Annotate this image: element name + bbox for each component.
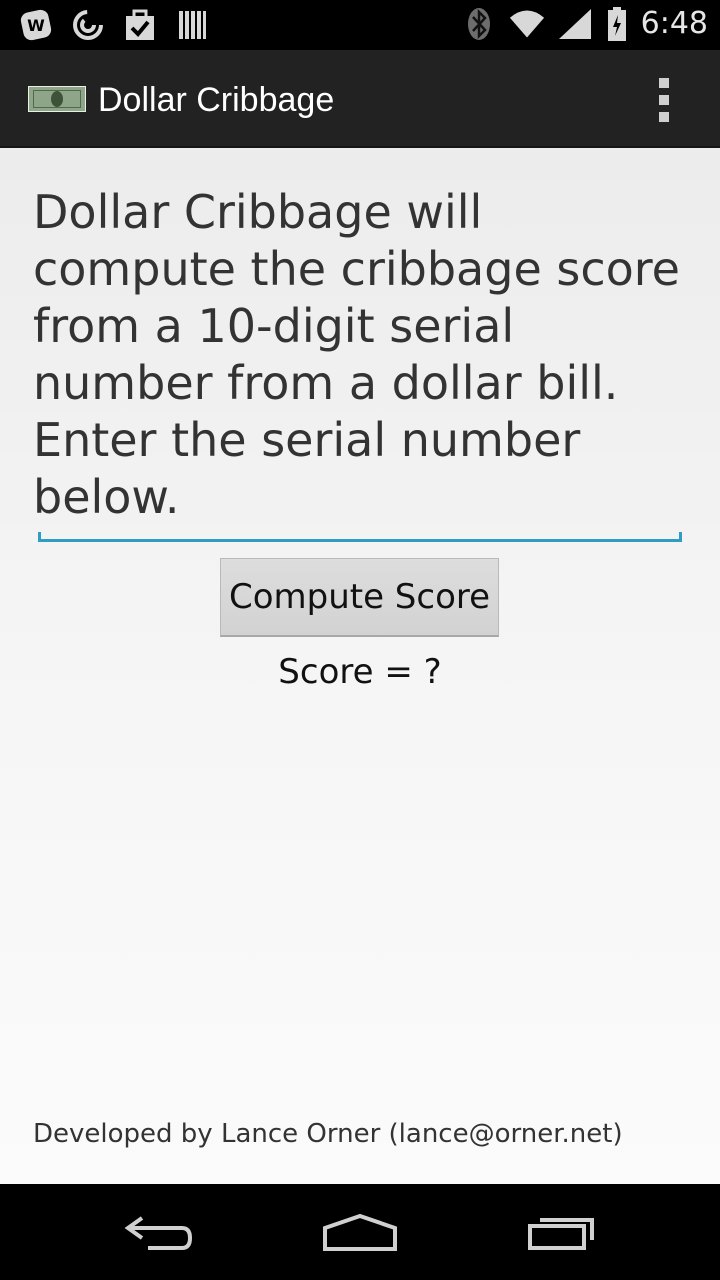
status-bar: W 6:48 — [0, 0, 720, 50]
input-underline-left-tick — [38, 532, 41, 542]
system-icons: 6:48 — [461, 6, 708, 42]
serial-number-input[interactable] — [38, 478, 682, 542]
score-result: Score = ? — [278, 652, 442, 692]
action-bar: Dollar Cribbage — [0, 50, 720, 148]
wikipedia-icon: W — [18, 7, 54, 43]
tasks-icon — [122, 7, 158, 43]
description-text: Dollar Cribbage will compute the cribbag… — [33, 185, 680, 524]
signal-icon — [557, 6, 593, 42]
overflow-menu-icon[interactable] — [648, 78, 680, 122]
wifi-icon — [509, 6, 545, 42]
developer-credit: Developed by Lance Orner (lance@orner.ne… — [33, 1119, 623, 1149]
navigation-bar — [0, 1184, 720, 1280]
overflow-dot — [659, 95, 669, 105]
sync-icon — [70, 7, 106, 43]
battery-icon — [605, 6, 629, 42]
app-title: Dollar Cribbage — [98, 81, 335, 119]
back-icon[interactable] — [110, 1206, 210, 1258]
home-icon[interactable] — [310, 1206, 410, 1258]
bill-portrait — [51, 91, 63, 107]
overflow-dot — [659, 112, 669, 122]
bluetooth-icon — [461, 6, 497, 42]
dollar-bill-icon[interactable] — [28, 86, 86, 112]
svg-text:W: W — [27, 16, 45, 35]
compute-score-button[interactable]: Compute Score — [220, 558, 499, 637]
overflow-dot — [659, 78, 669, 88]
recents-icon[interactable] — [512, 1206, 612, 1258]
barcode-icon — [174, 7, 210, 43]
main-content: Dollar Cribbage will compute the cribbag… — [0, 148, 720, 1184]
input-underline-right-tick — [679, 532, 682, 542]
notification-icons: W — [18, 7, 210, 43]
clock-time: 6:48 — [640, 6, 708, 41]
